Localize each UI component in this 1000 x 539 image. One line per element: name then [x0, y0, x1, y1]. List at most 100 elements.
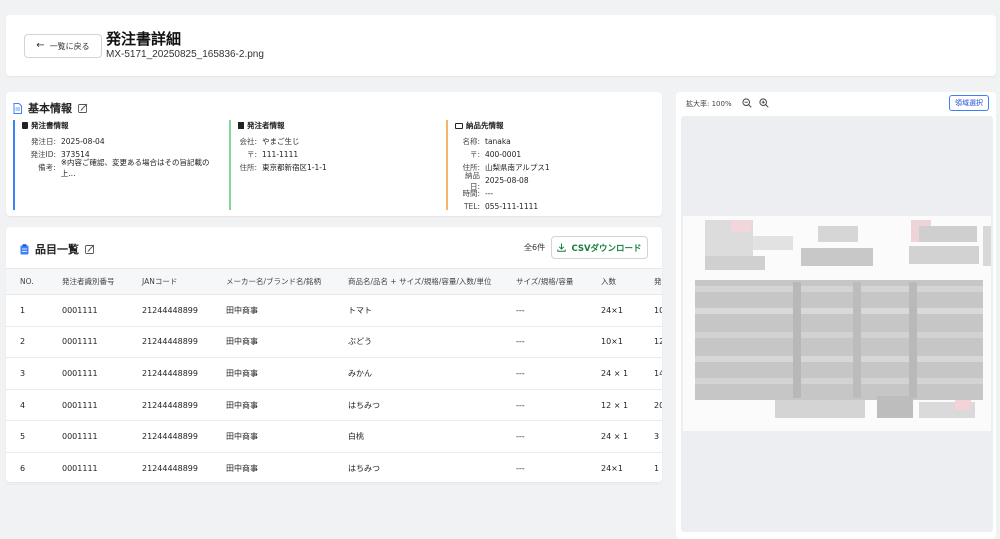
table-row[interactable]: 5 0001111 21244448899 田中商事 白桃 --- 24 × 13: [6, 420, 662, 453]
clipboard-icon: [22, 122, 28, 129]
cell-size: ---: [502, 326, 587, 359]
delivery-tel-row: TEL: 055-111-1111: [455, 200, 656, 213]
cell-order-qty: 1: [640, 452, 662, 485]
items-label: 品目一覧: [35, 243, 79, 256]
cell-quantity: 12 × 1: [587, 389, 640, 422]
cell-size: ---: [502, 452, 587, 485]
company-row: 会社: やまご生じ: [238, 135, 439, 148]
column-header[interactable]: JANコード: [128, 268, 212, 295]
table-row[interactable]: 1000111121244448899田中商事トマト---24×110: [6, 294, 662, 327]
item-count: 全6件: [524, 243, 546, 252]
edit-icon[interactable]: [85, 244, 95, 254]
delivery-postal-row: 〒: 400-0001: [455, 148, 656, 161]
table-row[interactable]: 2000111121244448899田中商事ぶどう---10×112: [6, 326, 662, 359]
cell-quantity: 24 × 1: [587, 420, 640, 453]
items-table: NO. 発注者識別番号 JANコード メーカー名/ブランド名/銘柄 商品名/品名…: [6, 268, 662, 485]
cell-size: ---: [502, 389, 587, 422]
cell-orderer-code: 0001111: [48, 420, 128, 453]
order-heading-label: 発注書情報: [31, 121, 69, 130]
column-header[interactable]: NO.: [6, 268, 48, 295]
column-header[interactable]: 発: [640, 268, 662, 295]
delivery-info-heading: 納品先情報: [455, 120, 656, 131]
label: 備考:: [38, 163, 56, 172]
column-header[interactable]: 入数: [587, 268, 640, 295]
column-header[interactable]: メーカー名/ブランド名/銘柄: [212, 268, 334, 295]
cell-no: 2: [6, 326, 48, 359]
cell-quantity: 24×1: [587, 452, 640, 485]
cell-product: 白桃: [334, 420, 502, 453]
label: 会社:: [239, 137, 257, 146]
document-preview[interactable]: [681, 116, 993, 532]
remarks-value: ※内容ご確認、変更ある場合はその旨記載の上…: [60, 157, 210, 178]
delivery-tel-value: 055-111-1111: [485, 202, 539, 211]
items-title: 品目一覧: [20, 241, 95, 257]
download-icon: [557, 243, 567, 252]
label: 名称:: [462, 137, 480, 146]
orderer-heading-label: 発注者情報: [247, 121, 285, 130]
cell-no: 1: [6, 294, 48, 327]
cell-jan: 21244448899: [128, 452, 212, 485]
table-row[interactable]: 3000111121244448899田中商事みかん---24 × 114: [6, 357, 662, 390]
cell-jan: 21244448899: [128, 420, 212, 453]
cell-maker: 田中商事: [212, 294, 334, 327]
address-value: 東京都新宿区1-1-1: [262, 163, 327, 172]
label: 〒:: [246, 150, 257, 159]
basic-info-label: 基本情報: [28, 102, 72, 115]
order-date-row: 発注日: 2025-08-04: [22, 135, 223, 148]
label: 発注日:: [30, 137, 56, 146]
clipboard-list-icon: [20, 243, 29, 254]
column-header[interactable]: サイズ/規格/容量: [502, 268, 587, 295]
delivery-info-column: 納品先情報 名称: tanaka 〒: 400-0001 住所: 山梨県南アルプス1 …: [446, 120, 656, 213]
cell-orderer-code: 0001111: [48, 452, 128, 485]
table-row[interactable]: 6 0001111 21244448899 田中商事 はちみつ --- 24×1 1: [6, 452, 662, 485]
order-date-value: 2025-08-04: [61, 137, 105, 146]
delivery-address-row: 住所: 山梨県南アルプス1: [455, 161, 656, 174]
cell-order-qty: 20: [640, 389, 662, 422]
area-select-button[interactable]: 領域選択: [949, 95, 989, 111]
cell-jan: 21244448899: [128, 326, 212, 359]
address-row: 住所: 東京都新宿区1-1-1: [238, 161, 439, 174]
cell-jan: 21244448899: [128, 294, 212, 327]
delivery-name-row: 名称: tanaka: [455, 135, 656, 148]
zoom-in-icon: [759, 98, 769, 108]
label: 住所:: [239, 163, 257, 172]
remarks-row: 備考: ※内容ご確認、変更ある場合はその旨記載の上…: [22, 158, 223, 178]
cell-orderer-code: 0001111: [48, 326, 128, 359]
cell-maker: 田中商事: [212, 420, 334, 453]
cell-product: トマト: [334, 294, 502, 327]
cell-maker: 田中商事: [212, 389, 334, 422]
document-icon: [13, 102, 22, 114]
postal-row: 〒: 111-1111: [238, 148, 439, 161]
csv-download-label: CSVダウンロード: [571, 243, 642, 254]
column-header[interactable]: 商品名/品名 + サイズ/規格/容量/入数/単位: [334, 268, 502, 295]
csv-download-button[interactable]: CSVダウンロード: [551, 236, 648, 259]
header-card: ← 一覧に戻る 発注書詳細 MX-5171_20250825_165836-2.…: [6, 15, 996, 76]
cell-maker: 田中商事: [212, 326, 334, 359]
orderer-info-column: 発注者情報 会社: やまご生じ 〒: 111-1111 住所: 東京都新宿区1-1-1: [229, 120, 439, 210]
cell-no: 6: [6, 452, 48, 485]
edit-icon[interactable]: [78, 103, 88, 113]
cell-product: みかん: [334, 357, 502, 390]
cell-maker: 田中商事: [212, 357, 334, 390]
zoom-out-button[interactable]: [741, 97, 753, 109]
column-header[interactable]: 発注者識別番号: [48, 268, 128, 295]
table-header-row: NO. 発注者識別番号 JANコード メーカー名/ブランド名/銘柄 商品名/品名…: [6, 268, 662, 295]
cell-order-qty: 3: [640, 420, 662, 453]
orderer-info-heading: 発注者情報: [238, 120, 439, 131]
cell-order-qty: 10: [640, 294, 662, 327]
back-to-list-button[interactable]: ← 一覧に戻る: [24, 34, 102, 58]
cell-order-qty: 12: [640, 326, 662, 359]
label: 発注ID:: [30, 150, 56, 159]
zoom-in-button[interactable]: [758, 97, 770, 109]
cell-product: ぶどう: [334, 326, 502, 359]
delivery-time-row: 時間: ---: [455, 187, 656, 200]
order-info-heading: 発注書情報: [22, 120, 223, 131]
cell-product: はちみつ: [334, 389, 502, 422]
table-row[interactable]: 4000111121244448899田中商事はちみつ---12 × 120: [6, 389, 662, 422]
document-image-pixelated: [683, 216, 991, 431]
label: TEL:: [463, 202, 480, 211]
cell-orderer-code: 0001111: [48, 294, 128, 327]
cell-orderer-code: 0001111: [48, 389, 128, 422]
delivery-date-row: 納品日: 2025-08-08: [455, 171, 656, 191]
delivery-postal-value: 400-0001: [485, 150, 522, 159]
